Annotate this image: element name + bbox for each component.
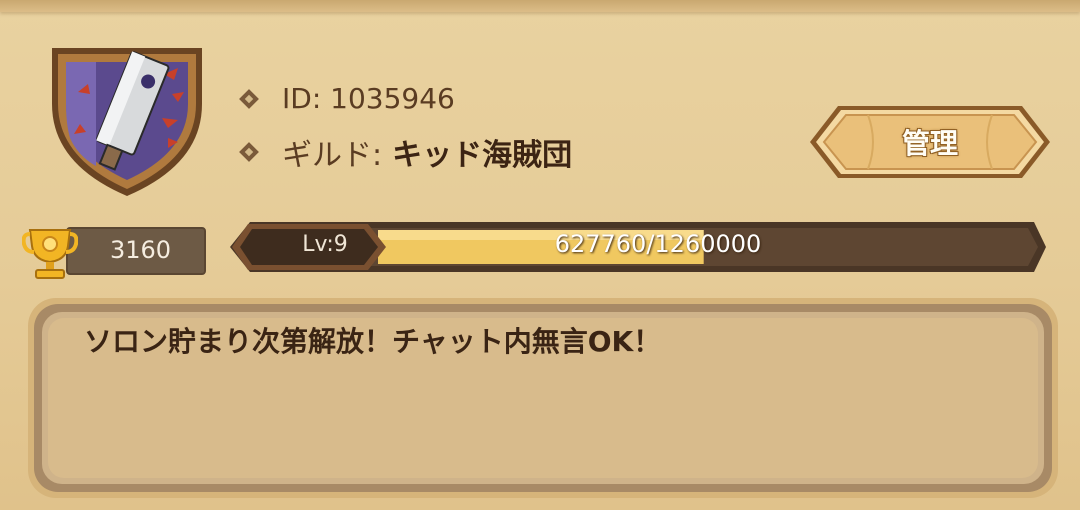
guild-name: キッド海賊団 (392, 138, 573, 173)
xp-bar: Lv:9 627760/1260000 (228, 218, 1048, 276)
diamond-bullet-icon (239, 142, 259, 162)
diamond-bullet-icon (239, 88, 259, 109)
xp-current: 627760 (554, 230, 647, 258)
trophy-count: 3160 (110, 236, 172, 264)
guild-name-row: ギルド: キッド海賊団 (239, 130, 573, 174)
xp-progress-text: 627760/1260000 (228, 230, 1048, 258)
trophy-icon (22, 229, 78, 279)
manage-button-label: 管理 (901, 127, 958, 160)
panel-top-border (0, 0, 1080, 12)
guild-message-text: ソロン貯まり次第解放！チャット内無言OK！ (84, 325, 662, 358)
guild-emblem-icon (52, 48, 202, 196)
manage-button[interactable]: 管理 (808, 104, 1052, 180)
guild-id-row: ID: 1035946 (239, 82, 455, 115)
trophy-count-box: 3160 (66, 227, 206, 275)
xp-total: 1260000 (654, 230, 762, 258)
guild-name-prefix: ギルド: (282, 138, 383, 173)
guild-id: ID: 1035946 (282, 82, 455, 115)
